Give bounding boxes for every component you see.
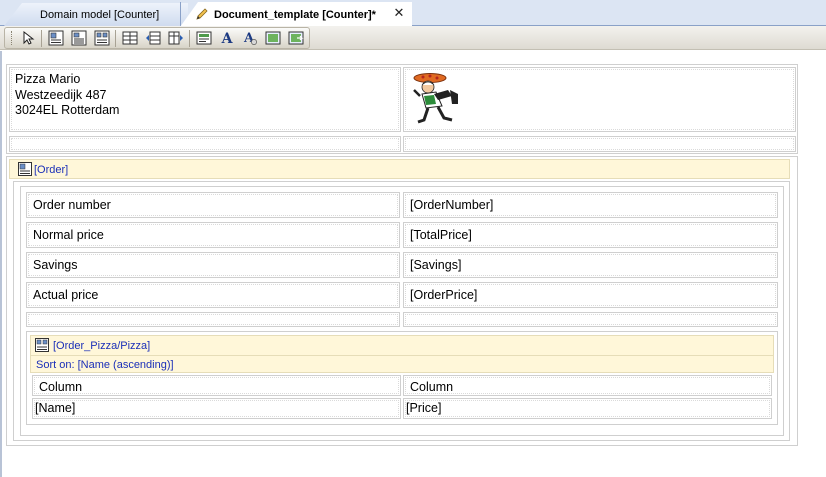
toolbar-separator bbox=[189, 29, 190, 47]
editor-tab-strip: Domain model [Counter] Document_template… bbox=[0, 0, 826, 27]
table-cell[interactable] bbox=[32, 398, 401, 419]
tab-domain-model-label: Domain model [Counter] bbox=[40, 8, 160, 21]
tab-domain-model[interactable]: Domain model [Counter] bbox=[4, 3, 188, 26]
savings-value: [Savings] bbox=[410, 258, 462, 272]
tab-document-template[interactable]: Document_template [Counter]* ✕ bbox=[180, 2, 412, 27]
normal-price-label: Normal price bbox=[33, 228, 104, 242]
address-line: Pizza Mario bbox=[15, 72, 81, 86]
pizza-name-field: [Name] bbox=[35, 401, 76, 415]
pencil-icon bbox=[196, 8, 208, 20]
empty-cell[interactable] bbox=[9, 136, 401, 152]
table-row-icon[interactable] bbox=[143, 29, 162, 48]
template-grid-icon bbox=[35, 338, 49, 352]
order-entity-label: [Order] bbox=[34, 164, 69, 176]
toolbar-grip[interactable] bbox=[11, 31, 14, 45]
column-header-cell[interactable] bbox=[403, 375, 772, 396]
order-number-value: [OrderNumber] bbox=[410, 198, 494, 212]
sort-order-label[interactable]: Sort on: [Name (ascending)] bbox=[36, 359, 174, 371]
pizza-price-field: [Price] bbox=[406, 401, 442, 415]
table-cell[interactable] bbox=[403, 398, 772, 419]
order-number-label: Order number bbox=[33, 198, 111, 212]
toolbar-separator bbox=[41, 29, 42, 47]
company-address: Pizza Mario Westzeedijk 487 3024EL Rotte… bbox=[15, 72, 119, 119]
actual-price-label: Actual price bbox=[33, 288, 99, 302]
template-grid-icon[interactable] bbox=[92, 29, 111, 48]
pizza-entity-label: [Order_Pizza/Pizza] bbox=[53, 340, 151, 352]
dynamic-label-icon[interactable] bbox=[194, 29, 213, 48]
svg-text:A: A bbox=[220, 31, 233, 46]
header-divider bbox=[30, 355, 774, 356]
select-pointer-icon[interactable] bbox=[18, 29, 37, 48]
empty-cell[interactable] bbox=[403, 312, 778, 327]
table-icon[interactable] bbox=[120, 29, 139, 48]
data-view-icon bbox=[18, 162, 32, 176]
static-label-icon[interactable]: A bbox=[217, 29, 236, 48]
address-line: Westzeedijk 487 bbox=[15, 87, 107, 102]
table-cell-icon[interactable] bbox=[166, 29, 185, 48]
column-header-cell[interactable] bbox=[32, 375, 401, 396]
column-header: Column bbox=[410, 380, 454, 394]
toolbar-separator bbox=[115, 29, 116, 47]
toolbar-group: A A bbox=[4, 27, 310, 49]
dynamic-image-icon[interactable] bbox=[286, 29, 305, 48]
toolbar: A A bbox=[0, 26, 826, 50]
order-data-view-header[interactable] bbox=[9, 159, 790, 179]
data-grid-icon[interactable] bbox=[69, 29, 88, 48]
canvas-left-border bbox=[0, 51, 2, 477]
static-image-icon[interactable] bbox=[263, 29, 282, 48]
table-cell[interactable] bbox=[26, 252, 400, 278]
empty-cell[interactable] bbox=[403, 136, 796, 152]
tab-document-template-label: Document_template [Counter]* bbox=[214, 8, 376, 21]
savings-label: Savings bbox=[33, 258, 78, 272]
data-view-icon[interactable] bbox=[46, 29, 65, 48]
address-line: 3024EL Rotterdam bbox=[15, 103, 120, 117]
pizza-chef-image bbox=[413, 73, 458, 124]
empty-cell[interactable] bbox=[26, 312, 400, 327]
normal-price-value: [TotalPrice] bbox=[410, 228, 472, 242]
tab-divider bbox=[180, 2, 181, 27]
styled-label-icon[interactable]: A bbox=[240, 29, 259, 48]
close-tab-icon[interactable]: ✕ bbox=[392, 6, 406, 20]
column-header: Column bbox=[39, 380, 83, 394]
actual-price-value: [OrderPrice] bbox=[410, 288, 478, 302]
